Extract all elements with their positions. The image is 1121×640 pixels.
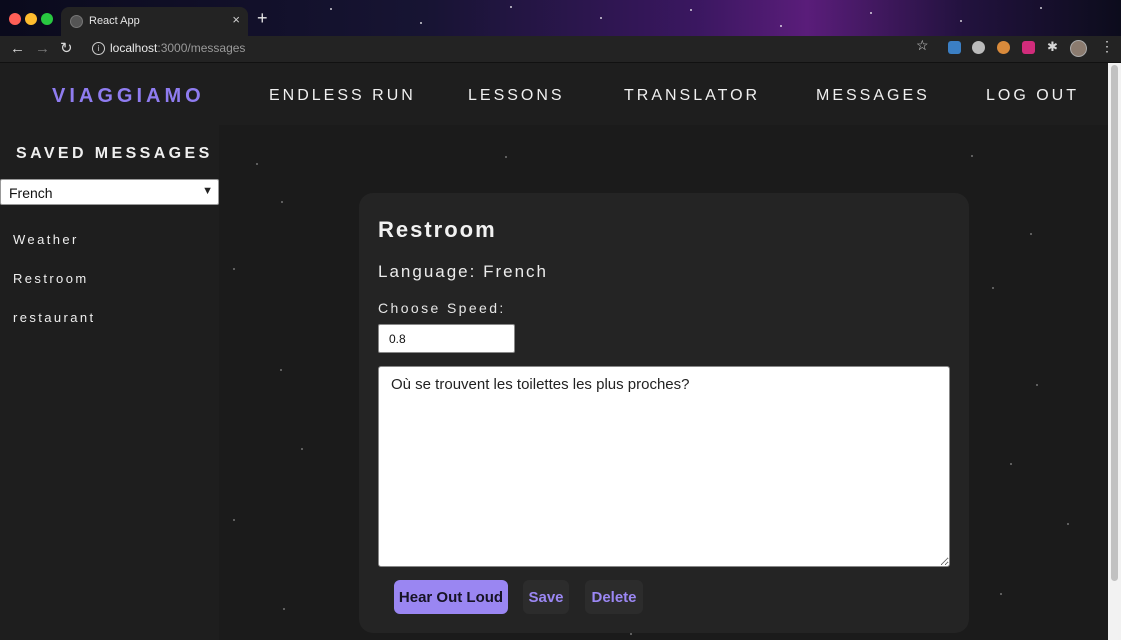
bg-star [301, 448, 303, 450]
speed-label: Choose Speed: [378, 300, 506, 316]
url-host: localhost [110, 41, 158, 55]
saved-messages-sidebar: SAVED MESSAGES French ▼ Weather Restroom… [0, 125, 219, 640]
decor-star [960, 20, 962, 22]
bg-star [971, 155, 973, 157]
bg-star [1000, 593, 1002, 595]
close-icon[interactable]: × [232, 13, 240, 27]
extension-bookmark-icon[interactable] [948, 41, 961, 54]
bg-star [1030, 233, 1032, 235]
language-select[interactable]: French ▼ [0, 179, 219, 205]
nav-endless-run[interactable]: ENDLESS RUN [269, 87, 416, 105]
hear-out-loud-button[interactable]: Hear Out Loud [394, 580, 508, 614]
extension-pink-icon[interactable] [1022, 41, 1035, 54]
window-maximize-button[interactable] [41, 13, 53, 25]
extension-gear-icon[interactable] [972, 41, 985, 54]
window-minimize-button[interactable] [25, 13, 37, 25]
bg-star [283, 608, 285, 610]
language-select-value: French [9, 185, 53, 201]
globe-icon [70, 15, 83, 28]
bg-star [280, 369, 282, 371]
scrollbar-thumb[interactable] [1111, 65, 1118, 581]
extension-cookie-icon[interactable] [997, 41, 1010, 54]
puzzle-piece-icon[interactable]: ✱ [1047, 39, 1058, 55]
tab-title: React App [89, 15, 140, 27]
browser-tab-bar: React App × + [0, 0, 1121, 36]
new-tab-button[interactable]: + [257, 8, 268, 28]
decor-star [420, 22, 422, 24]
nav-log-out[interactable]: LOG OUT [986, 87, 1079, 105]
decor-star [780, 25, 782, 27]
decor-star [1040, 7, 1042, 9]
browser-toolbar: ← → ↻ i localhost:3000/messages ☆ ✱ ⋮ [0, 36, 1121, 63]
nav-messages[interactable]: MESSAGES [816, 87, 930, 105]
browser-tab[interactable]: React App × [61, 7, 248, 36]
bg-star [1067, 523, 1069, 525]
profile-avatar[interactable] [1070, 40, 1087, 57]
browser-menu-icon[interactable]: ⋮ [1100, 38, 1114, 55]
bg-star [256, 163, 258, 165]
message-language: Language: French [378, 262, 548, 281]
decor-star [600, 17, 602, 19]
url-path: :3000/messages [157, 41, 246, 55]
bg-star [233, 268, 235, 270]
decor-star [870, 12, 872, 14]
bg-star [233, 519, 235, 521]
app-logo[interactable]: VIAGGIAMO [52, 85, 205, 108]
url-text: localhost:3000/messages [110, 41, 245, 55]
bg-star [281, 201, 283, 203]
sidebar-title: SAVED MESSAGES [16, 145, 213, 162]
info-icon[interactable]: i [92, 42, 105, 55]
speed-input[interactable] [378, 324, 515, 353]
message-title: Restroom [378, 217, 497, 242]
nav-lessons[interactable]: LESSONS [468, 87, 565, 105]
bg-star [1036, 384, 1038, 386]
nav-translator[interactable]: TRANSLATOR [624, 87, 760, 105]
top-navbar: VIAGGIAMO ENDLESS RUN LESSONS TRANSLATOR… [0, 63, 1108, 125]
message-textarea[interactable]: Où se trouvent les toilettes les plus pr… [378, 366, 950, 567]
save-button[interactable]: Save [523, 580, 569, 614]
saved-message-item[interactable]: restaurant [13, 310, 96, 325]
forward-arrow-icon[interactable]: → [35, 39, 50, 59]
decor-star [510, 6, 512, 8]
bg-star [992, 287, 994, 289]
page-scrollbar[interactable] [1108, 63, 1121, 640]
reload-icon[interactable]: ↻ [60, 39, 73, 59]
delete-button[interactable]: Delete [585, 580, 643, 614]
saved-message-item[interactable]: Restroom [13, 271, 89, 286]
saved-message-item[interactable]: Weather [13, 232, 79, 247]
bookmark-star-icon[interactable]: ☆ [916, 37, 929, 54]
window-close-button[interactable] [9, 13, 21, 25]
bg-star [505, 156, 507, 158]
back-arrow-icon[interactable]: ← [10, 39, 25, 59]
bg-star [1010, 463, 1012, 465]
message-card: Restroom Language: French Choose Speed: … [359, 193, 969, 633]
decor-star [330, 8, 332, 10]
app-root: VIAGGIAMO ENDLESS RUN LESSONS TRANSLATOR… [0, 63, 1108, 640]
address-bar[interactable]: i localhost:3000/messages [90, 39, 936, 59]
bg-star [630, 633, 632, 635]
decor-star [690, 9, 692, 11]
chevron-down-icon: ▼ [202, 185, 213, 197]
